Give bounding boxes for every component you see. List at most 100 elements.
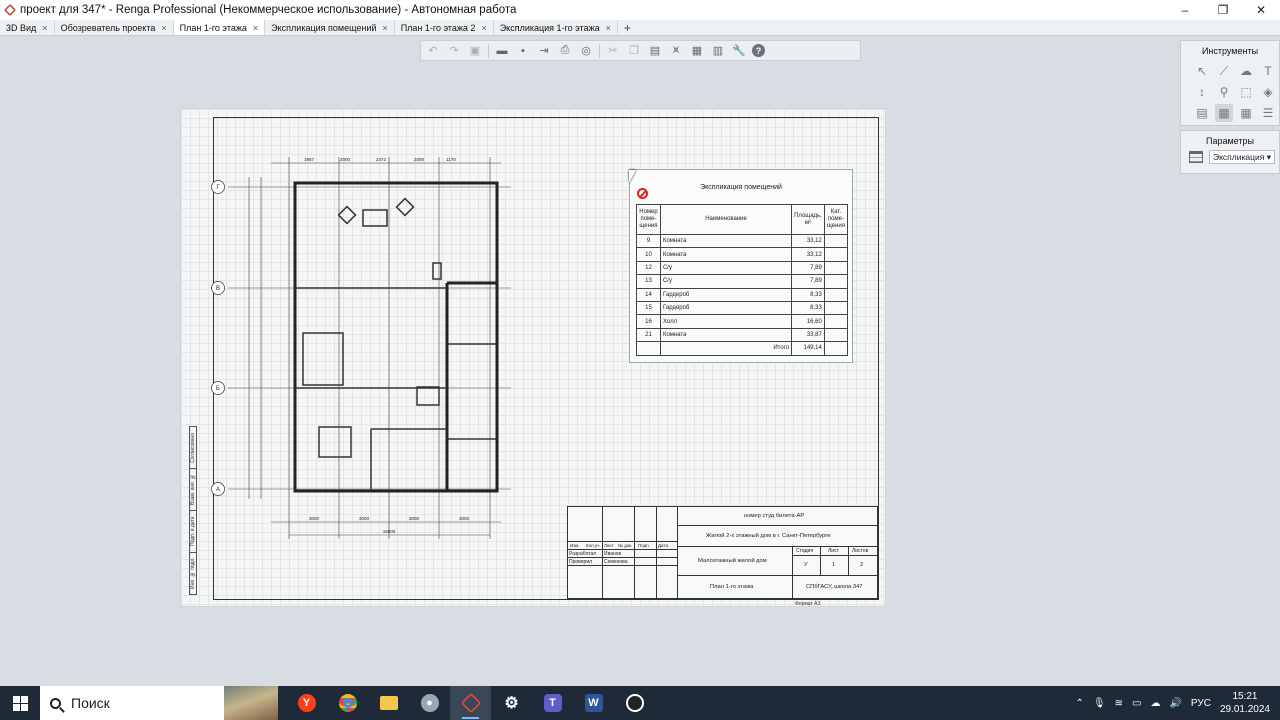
- tab-close-icon[interactable]: ×: [606, 23, 611, 33]
- grid-icon[interactable]: ▦: [689, 43, 705, 59]
- view-mode-icon[interactable]: ◎: [578, 43, 594, 59]
- dim-top-2: 2000: [340, 157, 351, 162]
- taskbar-search[interactable]: Поиск: [40, 686, 278, 720]
- explication-tool-icon[interactable]: ▦: [1215, 104, 1233, 122]
- tab-bar: 3D Вид × Обозреватель проекта × План 1-го …: [0, 20, 1280, 36]
- renga-icon: [460, 692, 481, 714]
- explication-table[interactable]: Экспликация помещений Номер поме-щения Н…: [629, 169, 853, 363]
- stamp-org: СПбГАСУ, школа 347: [806, 584, 863, 590]
- drawing-sheet[interactable]: Согласовано Взам. инв. № Подп. и дата Ин…: [180, 108, 886, 607]
- stamp-project: Жилой 2-х этажный дом в г. Санкт-Петербу…: [706, 533, 831, 539]
- sheet-format: Формат А3: [795, 601, 821, 607]
- col-header-number: Номер поме-щения: [636, 204, 661, 235]
- table: [318, 426, 352, 458]
- taskbar-obs[interactable]: [614, 686, 655, 720]
- 3d-view-tool-icon[interactable]: ◈: [1259, 83, 1277, 101]
- stamp-hdr-qty: Кол.уч: [586, 543, 600, 548]
- export-icon[interactable]: ⇥: [536, 43, 552, 59]
- windows-taskbar: Поиск Y ● ⚙ T W ⌃ 🎙 ≋ ▭ ☁ 🔊 РУС 15:21 29…: [0, 686, 1280, 720]
- tab-close-icon[interactable]: ×: [253, 23, 258, 33]
- minimize-button[interactable]: –: [1166, 0, 1204, 20]
- tab-room-explication[interactable]: Экспликация помещений ×: [265, 20, 395, 35]
- view-tool-icon[interactable]: ⬚: [1237, 83, 1255, 101]
- battery-icon[interactable]: ▭: [1132, 698, 1141, 709]
- stamp-col-sheets: Листов: [852, 548, 869, 554]
- obs-icon: [625, 694, 644, 712]
- input-language[interactable]: РУС: [1191, 698, 1211, 709]
- snapping-icon[interactable]: ⩙: [668, 43, 684, 59]
- start-button[interactable]: [0, 686, 40, 720]
- add-tab-button[interactable]: +: [618, 20, 637, 35]
- paste-icon[interactable]: ▤: [647, 43, 663, 59]
- restore-button[interactable]: ❐: [1204, 0, 1242, 20]
- microphone-icon[interactable]: 🎙: [1093, 698, 1106, 709]
- title-block-tool-icon[interactable]: ▤: [1193, 104, 1211, 122]
- chevron-up-icon[interactable]: ⌃: [1076, 698, 1084, 709]
- stamp-hdr-date: Дата: [658, 543, 668, 548]
- taskbar-app-dots[interactable]: ●: [409, 686, 450, 720]
- teams-icon: T: [543, 694, 562, 712]
- object-type-select[interactable]: Экспликация ▾: [1209, 150, 1275, 164]
- taskbar-word[interactable]: W: [573, 686, 614, 720]
- gear-icon: ⚙: [504, 695, 519, 712]
- wifi-icon[interactable]: ≋: [1115, 698, 1123, 709]
- clock[interactable]: 15:21 29.01.2024: [1220, 690, 1270, 716]
- table-row: 13 С/у 7,89: [636, 274, 849, 289]
- tab-close-icon[interactable]: ×: [161, 23, 166, 33]
- volume-icon[interactable]: 🔊: [1169, 698, 1181, 709]
- select-pointer-icon[interactable]: ↖: [1193, 62, 1211, 80]
- settings-wrench-icon[interactable]: 🔧: [731, 43, 747, 59]
- taskbar-yandex[interactable]: Y: [286, 686, 327, 720]
- armchair: [337, 205, 357, 225]
- save-icon[interactable]: ▪: [515, 43, 531, 59]
- dim-top-1: 1957: [304, 157, 315, 162]
- print-icon[interactable]: ⎙: [557, 43, 573, 59]
- line-tool-icon[interactable]: ⟋: [1215, 62, 1233, 80]
- taskbar-explorer[interactable]: [368, 686, 409, 720]
- leader-tool-icon[interactable]: ⚲: [1215, 83, 1233, 101]
- clock-date: 29.01.2024: [1219, 704, 1270, 715]
- axis-label-a: А: [216, 487, 220, 493]
- title-block[interactable]: номер студ билета-АР Жилой 2-х этажный д…: [567, 506, 879, 600]
- layers-icon[interactable]: ▥: [710, 43, 726, 59]
- tab-close-icon[interactable]: ×: [42, 23, 47, 33]
- undo-icon[interactable]: ↶: [425, 43, 441, 59]
- dim-top-3: 2472: [376, 157, 387, 162]
- tab-close-icon[interactable]: ×: [382, 23, 387, 33]
- close-button[interactable]: ✕: [1242, 0, 1280, 20]
- tab-floor-plan-1-2[interactable]: План 1-го этажа 2 ×: [395, 20, 494, 35]
- cloud-tool-icon[interactable]: ☁: [1237, 62, 1255, 80]
- dropdown-arrow-icon: ▾: [1266, 151, 1271, 162]
- tab-close-icon[interactable]: ×: [481, 23, 486, 33]
- copy-style-icon[interactable]: ▣: [467, 43, 483, 59]
- tab-3d-view[interactable]: 3D Вид ×: [0, 20, 55, 35]
- taskbar-teams[interactable]: T: [532, 686, 573, 720]
- taskbar-renga[interactable]: [450, 686, 491, 720]
- redo-icon[interactable]: ↷: [446, 43, 462, 59]
- chrome-icon: [338, 694, 357, 712]
- taskbar-settings[interactable]: ⚙: [491, 686, 532, 720]
- cloud-icon[interactable]: ☁: [1150, 698, 1160, 709]
- tab-floor-plan-1[interactable]: План 1-го этажа ×: [173, 20, 266, 35]
- copy-icon[interactable]: ❐: [626, 43, 642, 59]
- tab-floor-explication[interactable]: Экспликация 1-го этажа ×: [494, 20, 618, 35]
- list-tool-icon[interactable]: ☰: [1259, 104, 1277, 122]
- help-icon[interactable]: ?: [752, 44, 765, 57]
- stamp-sheet: 1: [832, 562, 836, 568]
- open-folder-icon[interactable]: ▬: [494, 43, 510, 59]
- table-row: 16 Холл 16,60: [636, 314, 849, 329]
- floor-plan[interactable]: Г В Б А 1 2 3 4 5 1957 2000 2472 2000 11…: [211, 149, 531, 539]
- stamp-role-developer: Разработал: [569, 551, 597, 557]
- text-tool-icon[interactable]: T: [1259, 62, 1277, 80]
- table-row: 12 С/у 7,89: [636, 260, 849, 276]
- clock-time: 15:21: [1232, 691, 1258, 702]
- stamp-col-stage: Стадия: [796, 548, 814, 554]
- table-tool-icon[interactable]: ▦: [1237, 104, 1255, 122]
- tab-project-browser[interactable]: Обозреватель проекта ×: [55, 20, 174, 35]
- cut-icon[interactable]: ✂: [605, 43, 621, 59]
- toolbar-divider: [599, 43, 600, 58]
- stamp-code: номер студ билета-АР: [744, 513, 805, 519]
- dimension-tool-icon[interactable]: ↕: [1193, 83, 1211, 101]
- taskbar-chrome[interactable]: [327, 686, 368, 720]
- axis-label-v: В: [216, 286, 220, 292]
